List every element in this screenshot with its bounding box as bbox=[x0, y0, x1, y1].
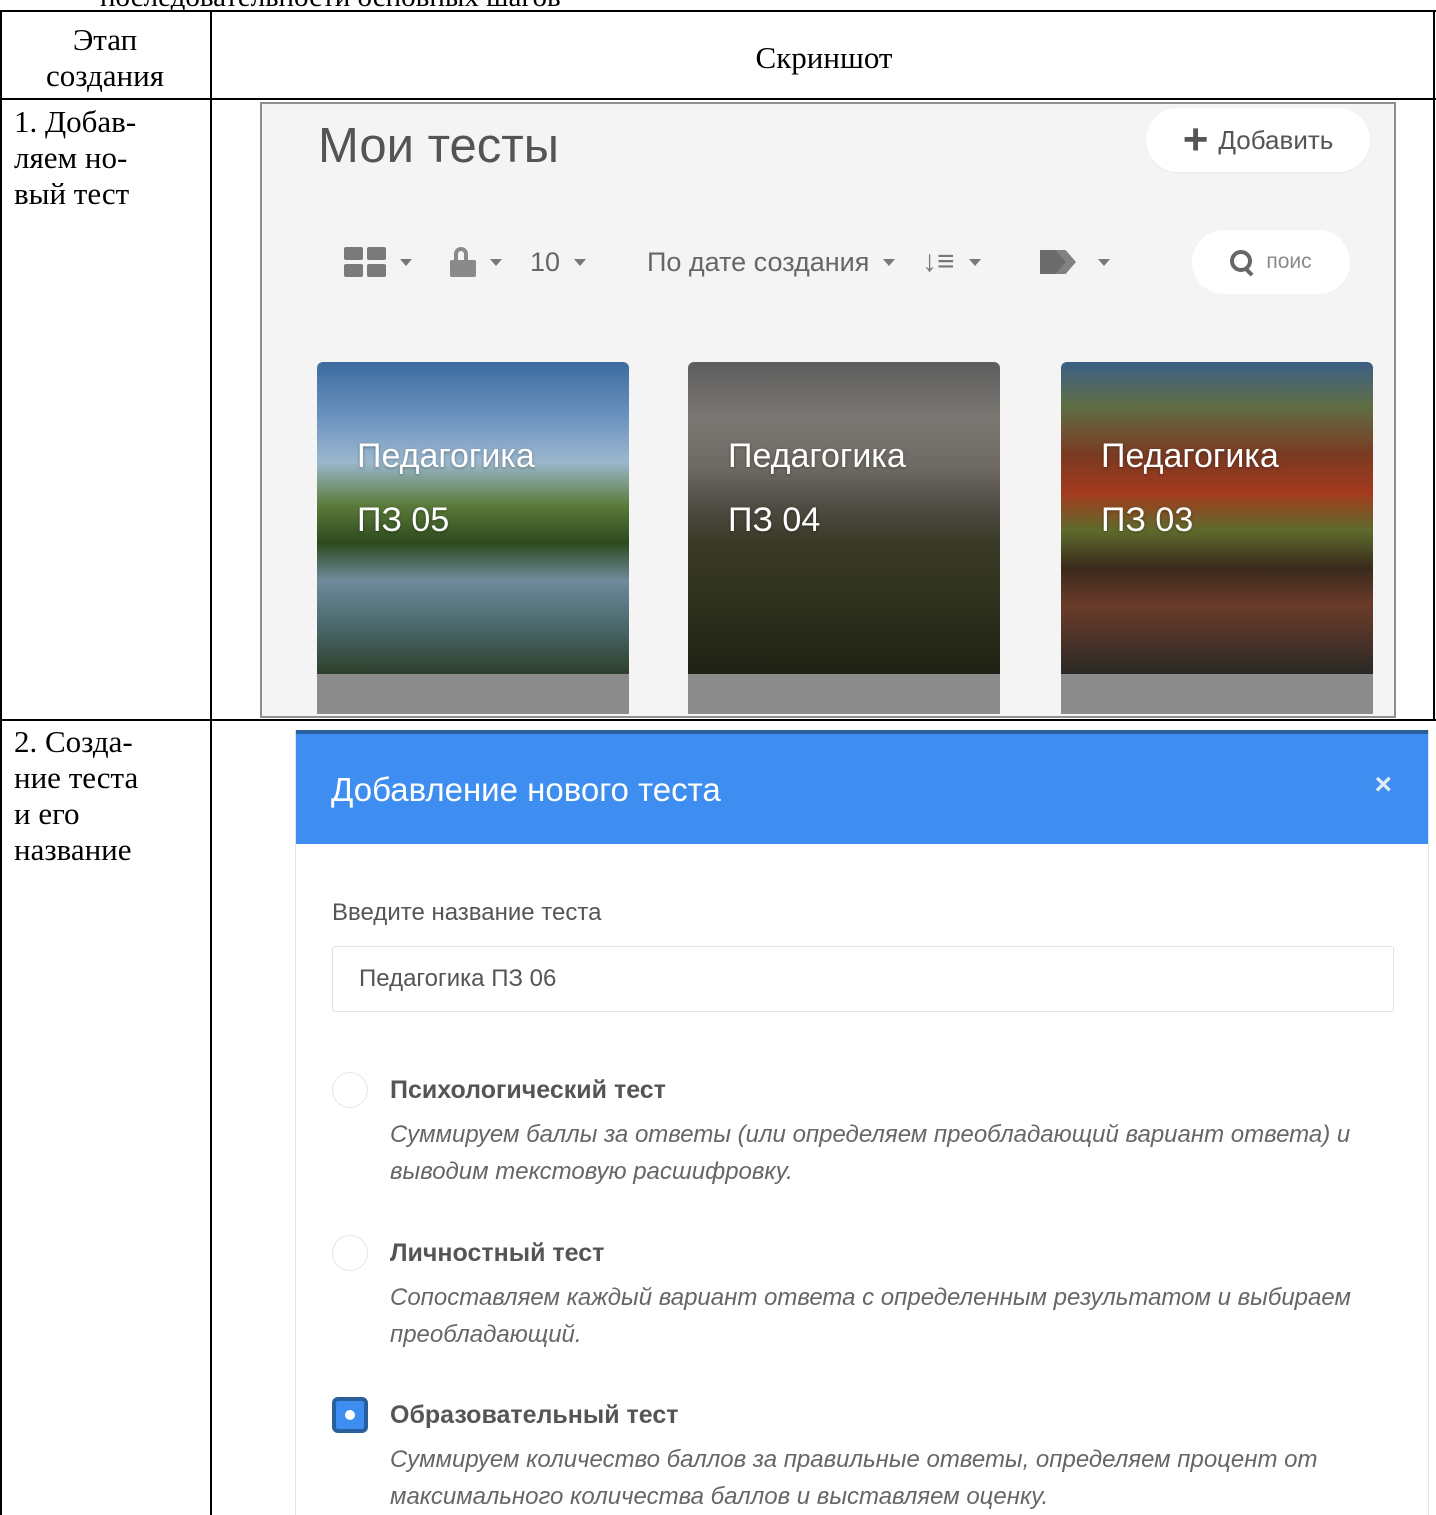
plus-icon: + bbox=[1182, 115, 1209, 164]
chevron-down-icon bbox=[968, 258, 981, 266]
card-title-line2: ПЗ 05 bbox=[357, 501, 450, 539]
card-title-line1: Педагогика bbox=[357, 437, 535, 475]
test-card[interactable]: Педагогика ПЗ 05 bbox=[317, 362, 629, 714]
table-column-divider bbox=[210, 10, 212, 1515]
card-footer bbox=[1061, 674, 1373, 714]
per-page-value: 10 bbox=[530, 246, 561, 277]
option-description: Сопоставляем каждый вариант ответа с опр… bbox=[390, 1284, 1351, 1348]
test-name-input[interactable] bbox=[332, 946, 1394, 1012]
radio-educational[interactable] bbox=[332, 1397, 368, 1433]
tags-icon bbox=[1040, 247, 1084, 277]
table-right-border bbox=[1433, 10, 1435, 720]
chevron-down-icon bbox=[1098, 258, 1110, 266]
view-mode-dropdown[interactable] bbox=[344, 230, 412, 294]
card-footer bbox=[688, 674, 1000, 714]
card-title: Педагогика ПЗ 03 bbox=[1101, 424, 1279, 552]
row-2-label: 2. Созда- ние теста и его название bbox=[14, 724, 139, 867]
add-button-label: Добавить bbox=[1218, 124, 1334, 155]
sort-order-dropdown[interactable]: ↓≡ bbox=[922, 230, 981, 294]
test-name-label: Введите название теста bbox=[332, 899, 602, 926]
card-title: Педагогика ПЗ 05 bbox=[357, 424, 535, 552]
page-title: Мои тесты bbox=[318, 119, 559, 173]
radio-personality[interactable] bbox=[332, 1235, 368, 1271]
table-row-divider bbox=[0, 719, 1436, 721]
access-dropdown[interactable] bbox=[450, 230, 502, 294]
radio-psychological[interactable] bbox=[332, 1072, 368, 1108]
modal-header: Добавление нового теста × bbox=[296, 730, 1428, 844]
close-icon[interactable]: × bbox=[1374, 770, 1392, 800]
option-title: Образовательный тест bbox=[390, 1401, 679, 1429]
table-header-divider bbox=[0, 98, 1436, 100]
unlock-icon bbox=[450, 247, 476, 277]
chevron-down-icon bbox=[490, 258, 502, 266]
search-placeholder: поис bbox=[1266, 250, 1312, 273]
screenshot-add-test-modal: Добавление нового теста × Введите назван… bbox=[295, 730, 1429, 1515]
card-title-line1: Педагогика bbox=[728, 437, 906, 475]
sort-desc-icon: ↓≡ bbox=[922, 245, 955, 278]
chevron-down-icon bbox=[574, 258, 587, 266]
card-title: Педагогика ПЗ 04 bbox=[728, 424, 906, 552]
screenshot-my-tests: Мои тесты + Добавить 10 По дате создания… bbox=[260, 102, 1396, 718]
search-input[interactable]: поис bbox=[1192, 230, 1350, 294]
header-stage-text: Этап создания bbox=[46, 22, 164, 93]
chevron-down-icon bbox=[883, 258, 896, 266]
card-title-line2: ПЗ 04 bbox=[728, 501, 821, 539]
card-footer bbox=[317, 674, 629, 714]
modal-title: Добавление нового теста bbox=[331, 771, 721, 808]
chevron-down-icon bbox=[400, 258, 412, 266]
option-title: Личностный тест bbox=[390, 1239, 605, 1267]
header-screenshot: Скриншот bbox=[755, 40, 893, 75]
table-top-border bbox=[0, 10, 1436, 12]
table-left-border bbox=[0, 10, 2, 1515]
per-page-dropdown[interactable]: 10 bbox=[530, 230, 587, 294]
card-title-line2: ПЗ 03 bbox=[1101, 501, 1194, 539]
option-description: Суммируем количество баллов за правильны… bbox=[390, 1446, 1318, 1510]
sort-by-dropdown[interactable]: По дате создания bbox=[647, 230, 896, 294]
tags-dropdown[interactable] bbox=[1040, 230, 1110, 294]
test-card[interactable]: Педагогика ПЗ 04 bbox=[688, 362, 1000, 714]
card-title-line1: Педагогика bbox=[1101, 437, 1279, 475]
header-stage: Этап создания bbox=[0, 22, 210, 94]
test-card[interactable]: Педагогика ПЗ 03 bbox=[1061, 362, 1373, 714]
sort-by-value: По дате создания bbox=[647, 246, 870, 277]
option-title: Психологический тест bbox=[390, 1076, 666, 1104]
option-description: Суммируем баллы за ответы (или определяе… bbox=[390, 1121, 1351, 1185]
add-test-button[interactable]: + Добавить bbox=[1146, 108, 1370, 172]
row-1-label: 1. Добав- ляем но- вый тест bbox=[14, 104, 137, 211]
search-icon bbox=[1230, 250, 1254, 277]
grid-icon bbox=[344, 247, 386, 277]
